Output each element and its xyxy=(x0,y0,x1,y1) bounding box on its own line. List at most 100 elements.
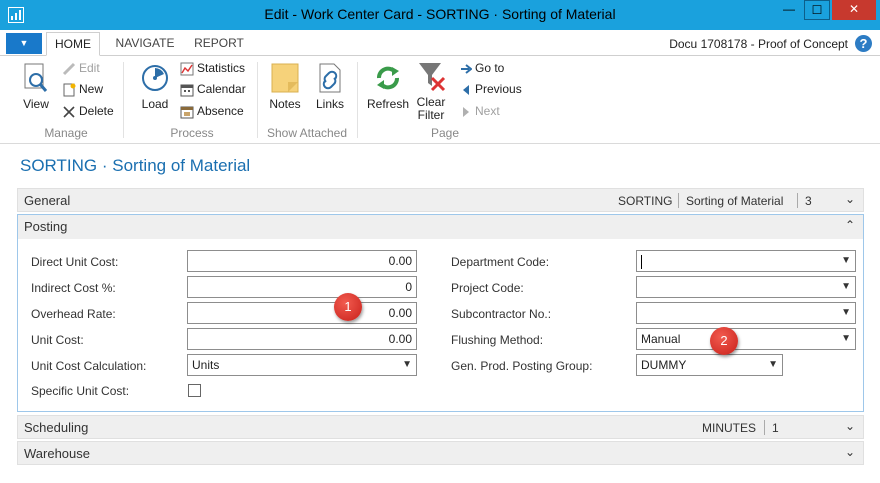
minimize-button[interactable]: — xyxy=(776,0,802,20)
delete-button[interactable]: Delete xyxy=(62,102,114,122)
next-button[interactable]: Next xyxy=(460,102,500,122)
unit-cost-calculation-label: Unit Cost Calculation: xyxy=(31,359,147,373)
scheduling-summary-value: 1 xyxy=(772,421,779,435)
overhead-rate-field[interactable]: 0.00 xyxy=(187,302,417,324)
fasttab-general[interactable]: General SORTING Sorting of Material 3 ⌄ xyxy=(17,188,864,212)
go-to-arrow-icon xyxy=(461,64,472,74)
chevron-down-icon: ▼ xyxy=(768,359,778,370)
view-button[interactable]: View xyxy=(18,62,54,111)
view-label: View xyxy=(23,97,49,111)
close-button[interactable]: ✕ xyxy=(832,0,876,20)
statistics-button[interactable]: Statistics xyxy=(180,59,245,79)
chevron-down-icon: ▼ xyxy=(841,255,851,266)
ribbon-separator xyxy=(257,62,258,138)
refresh-button[interactable]: Refresh xyxy=(366,62,410,111)
subcontractor-no-label: Subcontractor No.: xyxy=(451,307,552,321)
refresh-icon xyxy=(377,66,399,90)
summary-separator xyxy=(678,193,679,208)
tab-report[interactable]: REPORT xyxy=(190,32,248,56)
callout-badge-1: 1 xyxy=(334,293,362,321)
ribbon-separator xyxy=(123,62,124,138)
go-to-label: Go to xyxy=(475,61,505,75)
general-summary-code: SORTING xyxy=(618,194,673,208)
clear-filter-button[interactable]: Clear Filter xyxy=(413,60,449,122)
fasttab-scheduling[interactable]: Scheduling MINUTES 1 ⌄ xyxy=(17,415,864,439)
absence-calendar-icon xyxy=(180,106,194,119)
flushing-method-label: Flushing Method: xyxy=(451,333,544,347)
fasttab-warehouse-title: Warehouse xyxy=(24,446,90,461)
department-code-select[interactable]: ▼ xyxy=(636,250,856,272)
calendar-icon xyxy=(180,84,194,97)
group-label-page: Page xyxy=(430,126,460,140)
delete-label: Delete xyxy=(79,104,114,118)
unit-cost-label: Unit Cost: xyxy=(31,333,84,347)
absence-label: Absence xyxy=(197,104,244,118)
file-menu-button[interactable]: ▼ xyxy=(6,33,42,54)
new-label: New xyxy=(79,82,104,96)
tab-navigate[interactable]: NAVIGATE xyxy=(108,32,182,56)
fasttab-general-title: General xyxy=(24,193,71,208)
chevron-down-icon: ▼ xyxy=(841,307,851,318)
new-button[interactable]: New xyxy=(62,80,103,100)
previous-button[interactable]: Previous xyxy=(460,80,522,100)
load-button[interactable]: Load xyxy=(136,62,174,111)
unit-cost-calculation-select[interactable]: Units ▼ xyxy=(187,354,417,376)
project-code-select[interactable]: ▼ xyxy=(636,276,856,298)
edit-button[interactable]: Edit xyxy=(62,59,100,79)
text-cursor xyxy=(641,254,642,269)
indirect-cost-field[interactable]: 0 xyxy=(187,276,417,298)
flushing-method-select[interactable]: Manual ▼ xyxy=(636,328,856,350)
ribbon-separator xyxy=(357,62,358,138)
absence-button[interactable]: Absence xyxy=(180,102,244,122)
department-code-label: Department Code: xyxy=(451,255,550,269)
links-icon xyxy=(319,63,341,93)
clear-filter-label-1: Clear xyxy=(416,95,446,109)
ribbon: View Edit New Delete Manage Load Statist… xyxy=(0,56,880,144)
chevron-down-icon[interactable]: ⌄ xyxy=(845,419,855,433)
scheduling-summary-unit: MINUTES xyxy=(702,421,756,435)
statistics-label: Statistics xyxy=(197,61,246,75)
gen-prod-posting-group-select[interactable]: DUMMY ▼ xyxy=(636,354,783,376)
summary-separator xyxy=(764,420,765,435)
load-gauge-icon xyxy=(142,65,168,91)
new-document-icon xyxy=(63,83,76,97)
help-icon[interactable]: ? xyxy=(855,35,872,52)
go-to-button[interactable]: Go to xyxy=(460,59,504,79)
chevron-up-icon[interactable]: ⌃ xyxy=(845,218,855,232)
view-icon xyxy=(24,63,48,92)
overhead-rate-label: Overhead Rate: xyxy=(31,307,116,321)
load-label: Load xyxy=(141,97,169,111)
next-arrow-icon xyxy=(463,106,469,117)
clear-filter-label-2: Filter xyxy=(417,108,445,122)
chevron-down-icon[interactable]: ⌄ xyxy=(845,192,855,206)
unit-cost-field[interactable]: 0.00 xyxy=(187,328,417,350)
delete-icon xyxy=(63,106,75,118)
ribbon-tabs: ▼ HOME NAVIGATE REPORT Docu 1708178 - Pr… xyxy=(0,30,880,56)
next-label: Next xyxy=(475,104,500,118)
general-summary-number: 3 xyxy=(805,194,812,208)
group-label-manage: Manage xyxy=(44,126,88,140)
notes-button[interactable]: Notes xyxy=(266,62,304,111)
specific-unit-cost-label: Specific Unit Cost: xyxy=(31,384,130,398)
notes-label: Notes xyxy=(269,97,301,111)
fasttab-warehouse[interactable]: Warehouse ⌄ xyxy=(17,441,864,465)
links-button[interactable]: Links xyxy=(312,62,348,111)
previous-label: Previous xyxy=(475,82,522,96)
fasttab-posting-header[interactable]: Posting ⌃ xyxy=(18,215,863,239)
specific-unit-cost-checkbox[interactable] xyxy=(188,384,201,397)
statistics-icon xyxy=(180,62,194,76)
group-label-process: Process xyxy=(170,126,214,140)
subcontractor-no-select[interactable]: ▼ xyxy=(636,302,856,324)
chevron-down-icon: ▼ xyxy=(841,333,851,344)
previous-arrow-icon xyxy=(463,84,469,95)
direct-unit-cost-field[interactable]: 0.00 xyxy=(187,250,417,272)
gen-prod-posting-group-value: DUMMY xyxy=(641,358,687,372)
indirect-cost-label: Indirect Cost %: xyxy=(31,281,116,295)
direct-unit-cost-label: Direct Unit Cost: xyxy=(31,255,119,269)
chevron-down-icon[interactable]: ⌄ xyxy=(845,445,855,459)
edit-label: Edit xyxy=(79,61,100,75)
tab-home[interactable]: HOME xyxy=(46,32,100,56)
calendar-button[interactable]: Calendar xyxy=(180,80,246,100)
maximize-button[interactable]: ☐ xyxy=(804,0,830,20)
fasttab-posting: Posting ⌃ Direct Unit Cost: 0.00 Indirec… xyxy=(17,214,864,412)
